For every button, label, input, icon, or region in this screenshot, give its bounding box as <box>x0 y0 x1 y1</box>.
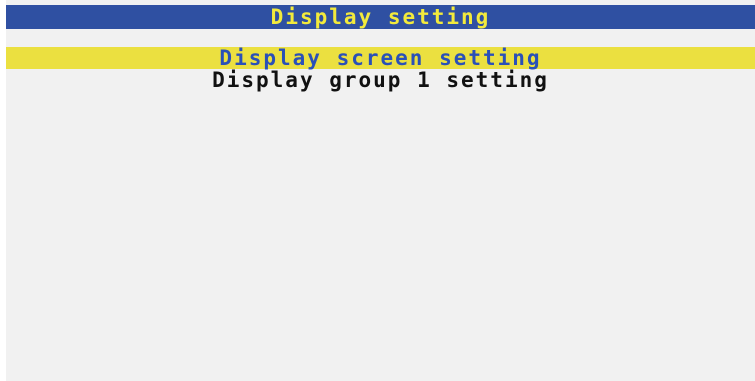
display-screen: Display setting Display screen setting D… <box>6 0 755 381</box>
settings-menu: Display screen setting Display group 1 s… <box>6 47 755 91</box>
menu-item-display-screen-setting[interactable]: Display screen setting <box>6 47 755 69</box>
menu-item-display-group-1-setting[interactable]: Display group 1 setting <box>6 69 755 91</box>
title-bar: Display setting <box>6 5 755 29</box>
page-title: Display setting <box>270 4 491 29</box>
